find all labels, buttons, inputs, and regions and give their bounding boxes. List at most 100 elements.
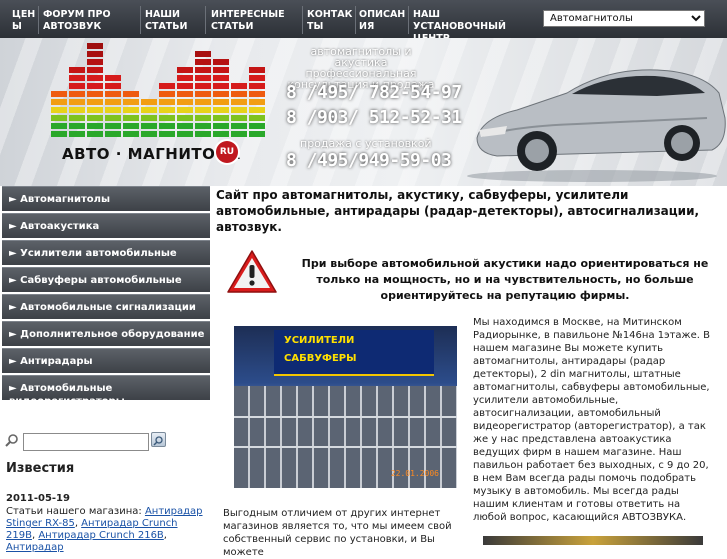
search-input[interactable]	[23, 433, 149, 451]
nav-item-descriptions[interactable]: ОПИСАНИЯ	[359, 9, 407, 33]
equalizer-segment	[159, 131, 175, 137]
sidebar-item-label: ► Дополнительное оборудование	[9, 329, 205, 340]
nav-item-our-articles[interactable]: НАШИ СТАТЬИ	[145, 9, 200, 33]
equalizer-segment	[177, 91, 193, 97]
equalizer-logo-graphic	[51, 43, 265, 137]
equalizer-segment	[87, 75, 103, 81]
equalizer-segment	[231, 91, 247, 97]
equalizer-segment	[87, 123, 103, 129]
equalizer-segment	[69, 83, 85, 89]
equalizer-segment	[159, 99, 175, 105]
equalizer-segment	[177, 67, 193, 73]
equalizer-segment	[69, 75, 85, 81]
nav-divider	[355, 6, 356, 34]
equalizer-segment	[87, 131, 103, 137]
warning-text: При выборе автомобильной акустики надо о…	[301, 257, 709, 302]
equalizer-segment	[87, 91, 103, 97]
equalizer-segment	[87, 43, 103, 49]
equalizer-segment	[213, 75, 229, 81]
news-link-crunch-216b[interactable]: Антирадар Crunch 216B	[38, 530, 163, 541]
equalizer-segment	[69, 115, 85, 121]
nav-divider	[302, 6, 303, 34]
sidebar-item-amplifiers[interactable]: ► Усилители автомобильные	[2, 240, 210, 265]
equalizer-segment	[213, 83, 229, 89]
sidebar-item-dashcams[interactable]: ► Автомобильные видеорегистраторы	[2, 375, 210, 400]
equalizer-segment	[123, 91, 139, 97]
service-photo	[483, 536, 703, 545]
equalizer-segment	[105, 123, 121, 129]
equalizer-segment	[69, 67, 85, 73]
equalizer-segment	[213, 115, 229, 121]
equalizer-segment	[195, 131, 211, 137]
nav-divider	[140, 6, 141, 34]
equalizer-segment	[105, 91, 121, 97]
equalizer-segment	[195, 67, 211, 73]
top-nav: ЦЕНЫ ФОРУМ ПРО АВТОЗВУК НАШИ СТАТЬИ ИНТЕ…	[0, 0, 727, 44]
equalizer-segment	[195, 107, 211, 113]
sidebar-item-radar-detectors[interactable]: ► Антирадары	[2, 348, 210, 373]
intro-text: Сайт про автомагнитолы, акустику, сабвуф…	[216, 188, 700, 234]
equalizer-segment	[87, 59, 103, 65]
equalizer-segment	[69, 107, 85, 113]
equalizer-segment	[231, 131, 247, 137]
equalizer-segment	[249, 107, 265, 113]
search-button[interactable]	[151, 432, 166, 447]
equalizer-segment	[87, 83, 103, 89]
equalizer-segment	[231, 115, 247, 121]
equalizer-segment	[249, 99, 265, 105]
warning-icon	[227, 250, 277, 293]
equalizer-segment	[231, 99, 247, 105]
equalizer-segment	[87, 115, 103, 121]
equalizer-segment	[51, 131, 67, 137]
header-banner: АВТО · МАГНИТОЛА RU автомагнитолы и акус…	[0, 38, 727, 186]
equalizer-segment	[177, 115, 193, 121]
equalizer-segment	[249, 67, 265, 73]
sidebar-item-subwoofers[interactable]: ► Сабвуферы автомобильные	[2, 267, 210, 292]
category-select[interactable]: Автомагнитолы	[543, 10, 705, 27]
equalizer-segment	[231, 83, 247, 89]
search-icon	[5, 434, 18, 447]
phone-number-2: 8 /903/ 512-52-31	[286, 107, 462, 128]
equalizer-segment	[141, 115, 157, 121]
phone-number-3: 8 /495/949-59-03	[286, 150, 452, 171]
equalizer-segment	[123, 107, 139, 113]
equalizer-segment	[105, 83, 121, 89]
equalizer-segment	[105, 99, 121, 105]
nav-item-interesting-articles[interactable]: ИНТЕРЕСНЫЕ СТАТЬИ	[211, 9, 299, 33]
phone-number-1: 8 /495/ 782-54-97	[286, 82, 462, 103]
sidebar-item-car-alarms[interactable]: ► Автомобильные сигнализации	[2, 294, 210, 319]
logo-text[interactable]: АВТО · МАГНИТОЛА	[62, 145, 240, 163]
equalizer-segment	[51, 99, 67, 105]
sidebar-item-car-stereos[interactable]: ► Автомагнитолы	[2, 186, 210, 211]
equalizer-segment	[87, 99, 103, 105]
nav-item-prices[interactable]: ЦЕНЫ	[12, 9, 38, 33]
equalizer-segment	[213, 107, 229, 113]
equalizer-segment	[87, 67, 103, 73]
equalizer-segment	[105, 107, 121, 113]
equalizer-segment	[69, 91, 85, 97]
equalizer-segment	[141, 131, 157, 137]
equalizer-segment	[177, 83, 193, 89]
sidebar-item-car-acoustics[interactable]: ► Автоакустика	[2, 213, 210, 238]
equalizer-segment	[141, 123, 157, 129]
equalizer-segment	[177, 99, 193, 105]
nav-divider	[38, 6, 39, 34]
nav-item-forum[interactable]: ФОРУМ ПРО АВТОЗВУК	[43, 9, 135, 33]
equalizer-segment	[195, 99, 211, 105]
news-link-antiradar[interactable]: Антирадар	[6, 542, 64, 553]
equalizer-segment	[159, 123, 175, 129]
store-sign-text-1: УСИЛИТЕЛИ	[284, 335, 355, 346]
photo-date-stamp: 22.01.2006	[390, 469, 439, 478]
equalizer-segment	[69, 123, 85, 129]
equalizer-segment	[123, 99, 139, 105]
nav-item-contacts[interactable]: КОНТАКТЫ	[307, 9, 353, 33]
equalizer-segment	[105, 115, 121, 121]
equalizer-segment	[123, 115, 139, 121]
equalizer-segment	[51, 115, 67, 121]
sidebar-item-extra-equipment[interactable]: ► Дополнительное оборудование	[2, 321, 210, 346]
equalizer-segment	[213, 99, 229, 105]
equalizer-segment	[213, 67, 229, 73]
sidebar-item-label: ► Автоакустика	[9, 221, 100, 232]
sidebar-item-label: ► Сабвуферы автомобильные	[9, 275, 182, 286]
equalizer-segment	[249, 91, 265, 97]
